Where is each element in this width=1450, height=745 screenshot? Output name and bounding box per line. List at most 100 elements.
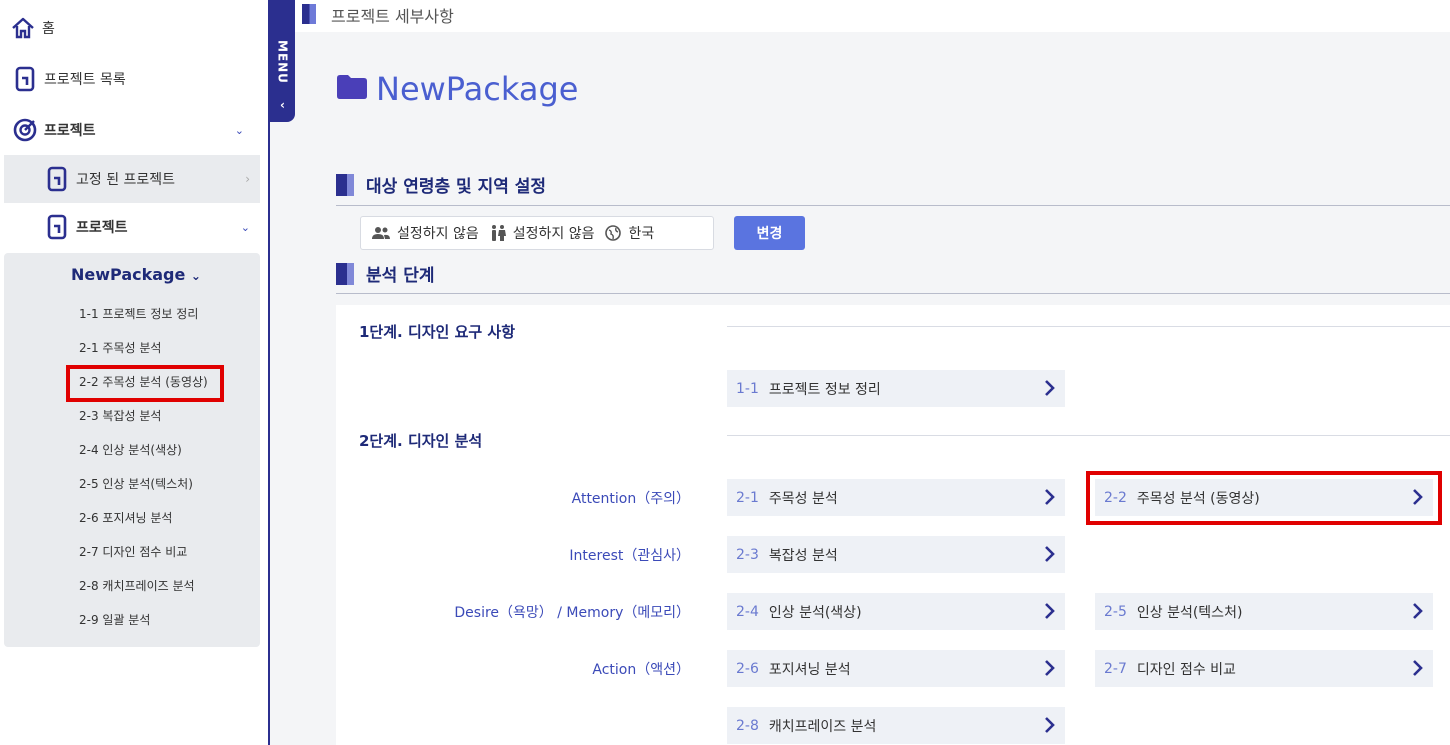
sidebar-item-pinned[interactable]: 고정 된 프로젝트 › [4,155,260,203]
sidebar-item-project-sub[interactable]: 프로젝트 ⌄ [4,205,260,249]
step-label: 인상 분석(텍스처) [1136,604,1243,621]
step-number: 1-1 [736,380,759,397]
age-value: 설정하지 않음 [397,226,479,242]
menu-tab-label: MENU [275,40,290,84]
divider [336,205,1450,206]
step-button-2-1[interactable]: 2-1 주목성 분석 [727,479,1065,516]
step-label: 주목성 분석 [768,490,838,507]
step-number: 2-4 [736,603,759,620]
package-step-2-3[interactable]: 2-3 복잡성 분석 [79,407,161,424]
chevron-left-icon: ‹ [280,97,285,112]
chevron-right-icon: › [245,172,250,186]
package-step-2-6[interactable]: 2-6 포지셔닝 분석 [79,509,172,526]
package-panel: NewPackage ⌄ 1-1 프로젝트 정보 정리 2-1 주목성 분석 2… [4,253,260,647]
sidebar-item-label: 프로젝트 목록 [44,72,126,88]
target-summary: 설정하지 않음 설정하지 않음 한국 [360,216,714,250]
folder-icon [336,70,368,108]
step-label: 인상 분석(색상) [768,604,862,621]
sidebar: 홈 프로젝트 목록 프로젝트 ⌄ 고정 된 프로젝트 › 프로젝트 ⌄ NewP… [0,0,268,745]
project-title: NewPackage [336,70,578,108]
change-button[interactable]: 변경 [734,216,805,250]
package-title[interactable]: NewPackage ⌄ [71,265,201,284]
home-icon [10,15,36,41]
chevron-down-icon: ⌄ [190,269,201,283]
package-step-1-1[interactable]: 1-1 프로젝트 정보 정리 [79,305,198,322]
document-icon [44,166,70,192]
sidebar-item-project-list[interactable]: 프로젝트 목록 [12,66,126,92]
step-number: 2-1 [736,489,759,506]
stage-1-title: 1단계. 디자인 요구 사항 [359,323,516,341]
divider [336,293,1450,294]
step-label: 캐치프레이즈 분석 [768,718,877,735]
step-number: 2-5 [1104,603,1127,620]
step-button-2-4[interactable]: 2-4 인상 분석(색상) [727,593,1065,630]
chevron-right-icon [1411,659,1423,681]
gender-icon [491,225,506,241]
chevron-right-icon [1043,379,1055,401]
highlight-box-sidebar [66,365,224,402]
package-step-2-8[interactable]: 2-8 캐치프레이즈 분석 [79,577,195,594]
document-icon [44,214,70,240]
section-analysis-heading: 분석 단계 [336,261,434,286]
target-icon [12,117,38,143]
step-button-2-6[interactable]: 2-6 포지셔닝 분석 [727,650,1065,687]
step-label: 복잡성 분석 [768,547,838,564]
section-mark [336,173,354,196]
row-label-interest: Interest（관심사） [569,548,690,564]
title-mark [302,4,316,24]
package-step-2-7[interactable]: 2-7 디자인 점수 비교 [79,543,187,560]
sidebar-item-label: 프로젝트 [44,123,96,139]
section-analysis-title: 분석 단계 [366,266,435,286]
chevron-down-icon: ⌄ [240,220,250,234]
menu-toggle[interactable]: MENU ‹ [270,0,295,122]
stage-2-title: 2단계. 디자인 분석 [359,432,483,450]
chevron-right-icon [1043,488,1055,510]
step-button-2-7[interactable]: 2-7 디자인 점수 비교 [1095,650,1433,687]
step-button-2-5[interactable]: 2-5 인상 분석(텍스처) [1095,593,1433,630]
package-step-2-9[interactable]: 2-9 일괄 분석 [79,611,150,628]
topbar: 프로젝트 세부사항 [295,0,1450,32]
highlight-box-step [1086,471,1442,525]
row-label-action: Action（액션） [592,662,690,678]
step-number: 2-7 [1104,660,1127,677]
region-setting: 한국 [604,223,654,243]
sidebar-item-label: 홈 [42,21,55,37]
chevron-right-icon [1043,716,1055,738]
step-label: 프로젝트 정보 정리 [768,381,881,398]
sidebar-item-home[interactable]: 홈 [10,15,55,41]
step-number: 2-8 [736,717,759,734]
step-label: 디자인 점수 비교 [1136,661,1236,678]
page-title: 프로젝트 세부사항 [331,7,454,26]
chevron-right-icon [1043,659,1055,681]
project-title-text: NewPackage [376,70,579,108]
people-icon [372,227,390,239]
chevron-right-icon [1043,602,1055,624]
region-value: 한국 [628,226,655,242]
chevron-right-icon [1043,545,1055,567]
package-step-2-4[interactable]: 2-4 인상 분석(색상) [79,441,182,458]
step-button-2-3[interactable]: 2-3 복잡성 분석 [727,536,1065,573]
age-setting: 설정하지 않음 [371,223,479,243]
chevron-right-icon [1411,602,1423,624]
step-label: 포지셔닝 분석 [768,661,851,678]
step-button-2-8[interactable]: 2-8 캐치프레이즈 분석 [727,707,1065,744]
package-step-2-5[interactable]: 2-5 인상 분석(텍스처) [79,475,193,492]
section-mark [336,262,354,285]
section-target-title: 대상 연령층 및 지역 설정 [366,177,547,197]
step-number: 2-3 [736,546,759,563]
stage-divider [727,326,1450,327]
row-label-desire-memory: Desire（욕망） / Memory（메모리） [454,605,690,621]
package-step-2-1[interactable]: 2-1 주목성 분석 [79,339,161,356]
sidebar-item-projects[interactable]: 프로젝트 ⌄ [12,117,268,143]
analysis-steps-panel: 1단계. 디자인 요구 사항 1-1 프로젝트 정보 정리 2단계. 디자인 분… [336,305,1450,745]
row-label-attention: Attention（주의） [571,491,690,507]
gender-value: 설정하지 않음 [512,226,595,242]
document-icon [12,66,38,92]
step-button-1-1[interactable]: 1-1 프로젝트 정보 정리 [727,370,1065,407]
chevron-down-icon: ⌄ [234,123,244,137]
step-number: 2-6 [736,660,759,677]
stage-divider [727,435,1450,436]
sidebar-item-label: 프로젝트 [76,220,128,236]
sidebar-item-label: 고정 된 프로젝트 [76,172,176,188]
section-target-heading: 대상 연령층 및 지역 설정 [336,172,546,197]
